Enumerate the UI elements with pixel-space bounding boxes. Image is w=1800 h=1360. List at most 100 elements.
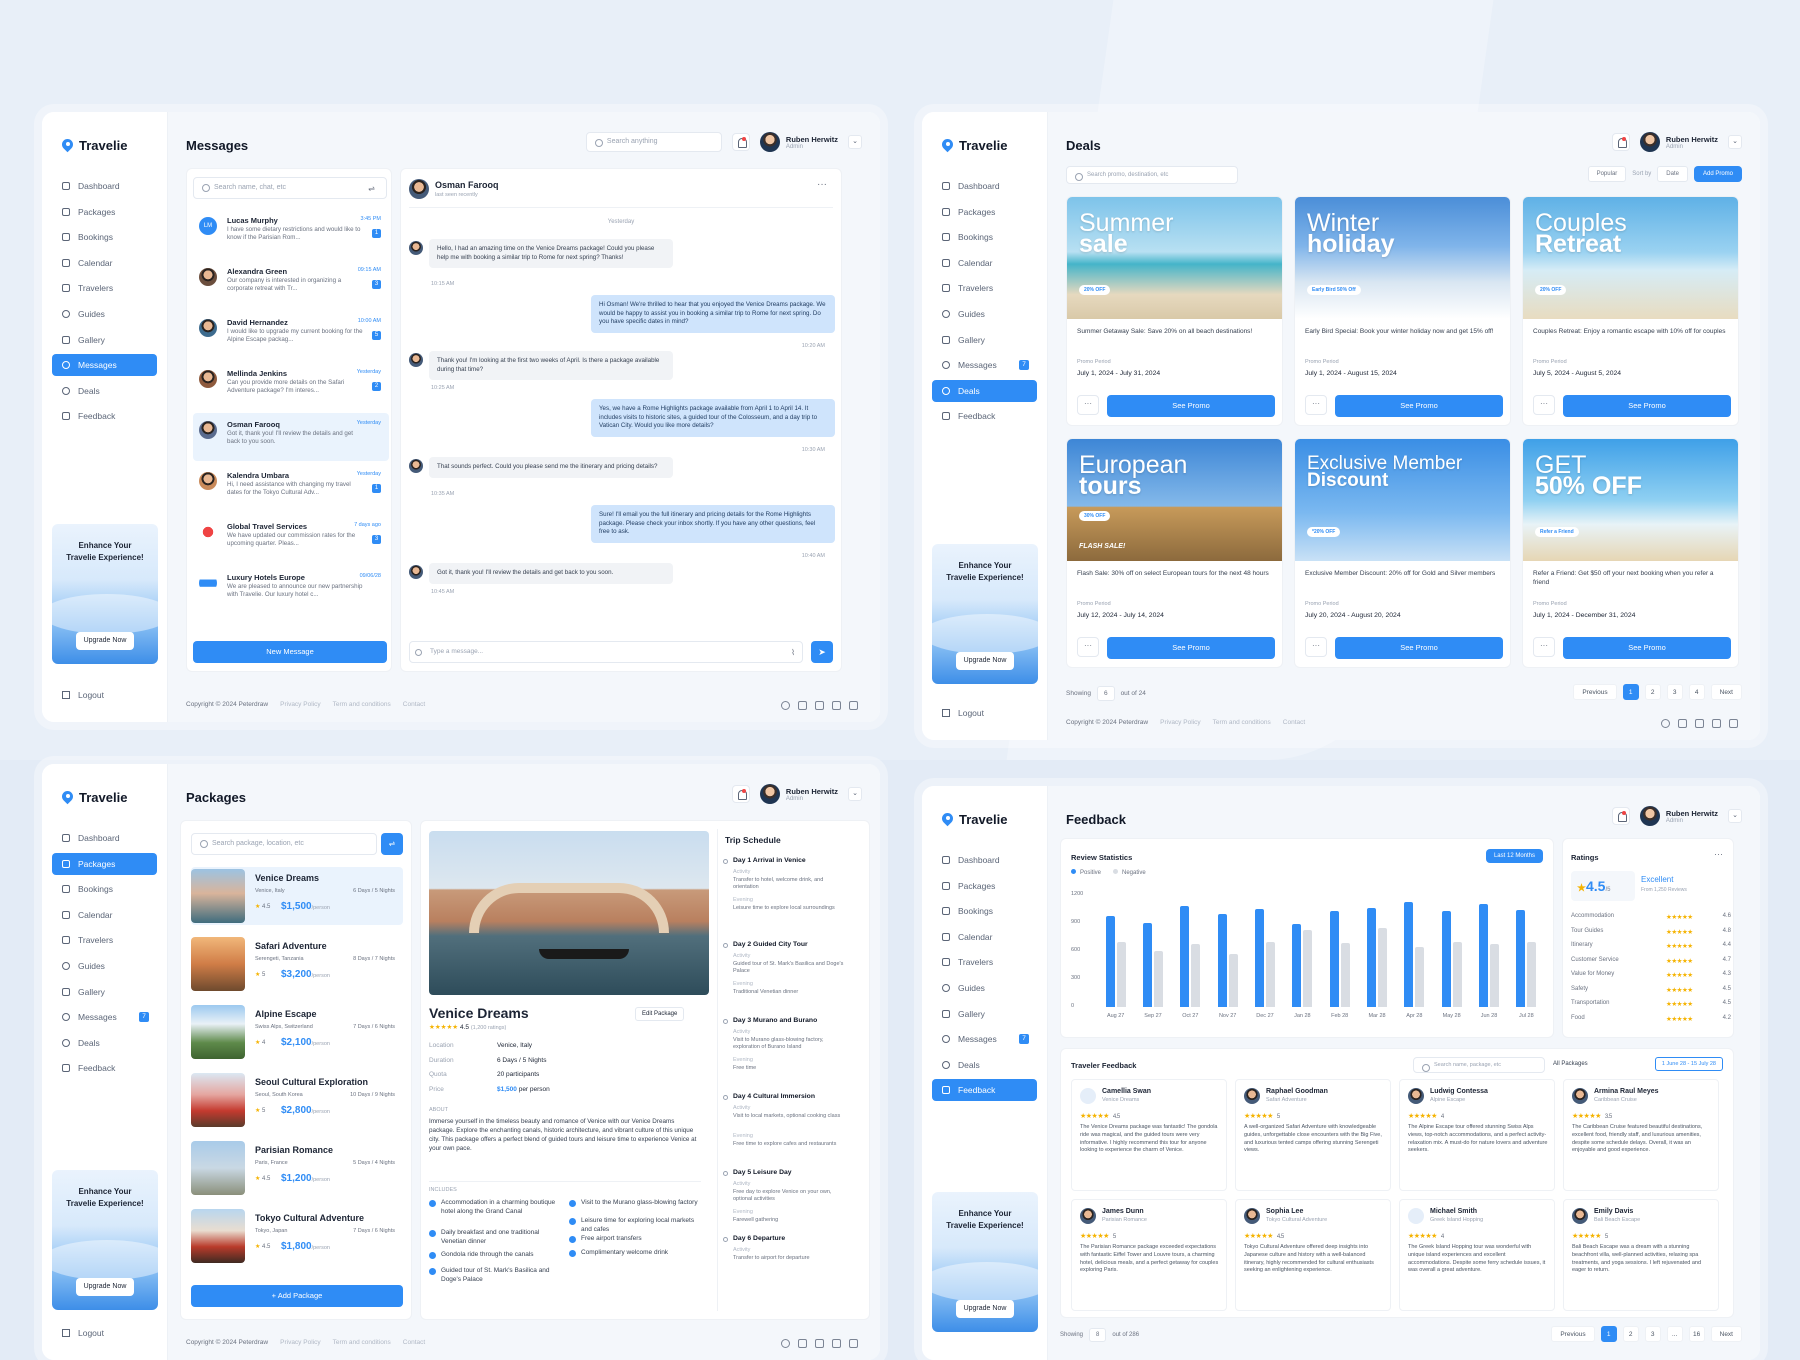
- logo[interactable]: Travelie: [42, 764, 167, 827]
- sidebar-item-feedback[interactable]: Feedback: [52, 1057, 157, 1079]
- sidebar-item-packages[interactable]: Packages: [932, 875, 1037, 897]
- sidebar-item-calendar[interactable]: Calendar: [52, 252, 157, 274]
- per-page-select[interactable]: 6: [1096, 686, 1115, 701]
- sidebar-item-messages[interactable]: Messages 7: [932, 354, 1037, 376]
- sidebar-item-bookings[interactable]: Bookings: [52, 226, 157, 248]
- logout-button[interactable]: Logout: [62, 1328, 104, 1338]
- see-promo-button[interactable]: See Promo: [1335, 637, 1503, 659]
- sidebar-item-deals[interactable]: Deals: [52, 1032, 157, 1054]
- page-button[interactable]: 16: [1688, 1326, 1705, 1342]
- see-promo-button[interactable]: See Promo: [1563, 637, 1731, 659]
- search-input[interactable]: Search anything: [585, 132, 722, 152]
- logo[interactable]: Travelie: [42, 112, 167, 175]
- sidebar-item-travelers[interactable]: Travelers: [932, 951, 1037, 973]
- contact-link[interactable]: Contact: [403, 1339, 425, 1346]
- contact-link[interactable]: Contact: [1283, 719, 1305, 726]
- per-page-select[interactable]: 8: [1089, 1328, 1107, 1342]
- sidebar-item-packages[interactable]: Packages: [932, 201, 1037, 223]
- youtube-icon[interactable]: [832, 701, 841, 710]
- page-button[interactable]: 3: [1666, 684, 1683, 700]
- facebook-icon[interactable]: [781, 1339, 790, 1348]
- edit-package-button[interactable]: Edit Package: [635, 1007, 685, 1021]
- sidebar-item-travelers[interactable]: Travelers: [52, 277, 157, 299]
- sidebar-item-gallery[interactable]: Gallery: [52, 981, 157, 1003]
- review-card[interactable]: Ludwig Contessa Alpine Escape ★★★★★ 4 The Al…: [1399, 1079, 1555, 1191]
- user-menu[interactable]: Ruben Herwitz Admin: [759, 784, 838, 804]
- review-card[interactable]: Raphael Goodman Safari Adventure ★★★★★ 5 A w…: [1235, 1079, 1391, 1191]
- sidebar-item-packages[interactable]: Packages: [52, 201, 157, 223]
- page-button[interactable]: 4: [1688, 684, 1705, 700]
- conversation-item[interactable]: Luxury Hotels Europe 09/06/28 We are pleas…: [193, 566, 389, 614]
- review-card[interactable]: James Dunn Parisian Romance ★★★★★ 5 The Pari…: [1071, 1199, 1227, 1311]
- package-item[interactable]: Venice Dreams Venice, Italy 6 Days / 5 Nig…: [191, 867, 403, 925]
- instagram-icon[interactable]: [815, 1339, 824, 1348]
- terms-link[interactable]: Term and conditions: [333, 1339, 391, 1346]
- linkedin-icon[interactable]: [849, 701, 858, 710]
- filter-icon[interactable]: ⇌: [368, 184, 375, 193]
- notification-bell-icon[interactable]: [731, 785, 750, 803]
- page-button[interactable]: 1: [1622, 684, 1639, 700]
- conversation-item[interactable]: Osman Farooq Yesterday Got it, thank you! …: [193, 413, 389, 461]
- logout-button[interactable]: Logout: [942, 708, 984, 718]
- privacy-link[interactable]: Privacy Policy: [1160, 719, 1200, 726]
- more-options-icon[interactable]: ···: [1533, 637, 1555, 657]
- deal-card[interactable]: European tours 30% OFF FLASH SALE! Flash Sal…: [1066, 438, 1283, 668]
- package-item[interactable]: Alpine Escape Swiss Alps, Switzerland 7 Da…: [191, 1003, 403, 1061]
- x-icon[interactable]: [1678, 719, 1687, 728]
- linkedin-icon[interactable]: [849, 1339, 858, 1348]
- deal-card[interactable]: GET 50% OFF Refer a Friend Refer a Friend: …: [1522, 438, 1739, 668]
- more-options-icon[interactable]: ···: [1077, 395, 1099, 415]
- review-card[interactable]: Camellia Swan Venice Dreams ★★★★★ 4.5 The Ve…: [1071, 1079, 1227, 1191]
- more-options-icon[interactable]: ···: [1533, 395, 1555, 415]
- sidebar-item-dashboard[interactable]: Dashboard: [52, 827, 157, 849]
- deal-card[interactable]: Summer sale 20% OFF Summer Getaway Sale: Sa…: [1066, 196, 1283, 426]
- sidebar-item-travelers[interactable]: Travelers: [52, 929, 157, 951]
- conversation-item[interactable]: Global Travel Services 7 days ago We have …: [193, 515, 389, 563]
- conversation-item[interactable]: David Hernandez 10:00 AM I would like to u…: [193, 311, 389, 359]
- conversation-item[interactable]: Alexandra Green 09:15 AM Our company is in…: [193, 260, 389, 308]
- linkedin-icon[interactable]: [1729, 719, 1738, 728]
- package-filter-select[interactable]: All Packages: [1553, 1061, 1588, 1067]
- sidebar-item-feedback[interactable]: Feedback: [52, 405, 157, 427]
- page-button[interactable]: ...: [1666, 1326, 1683, 1342]
- instagram-icon[interactable]: [815, 701, 824, 710]
- sidebar-item-calendar[interactable]: Calendar: [932, 926, 1037, 948]
- sidebar-item-deals[interactable]: Deals: [52, 380, 157, 402]
- sidebar-item-messages[interactable]: Messages 7: [932, 1028, 1037, 1050]
- logo[interactable]: Travelie: [922, 786, 1047, 849]
- attachment-icon[interactable]: ⌇: [791, 648, 795, 657]
- notification-bell-icon[interactable]: [1611, 807, 1630, 825]
- youtube-icon[interactable]: [832, 1339, 841, 1348]
- more-options-icon[interactable]: ···: [1305, 637, 1327, 657]
- user-menu[interactable]: Ruben Herwitz Admin: [1639, 806, 1718, 826]
- sidebar-item-gallery[interactable]: Gallery: [932, 1003, 1037, 1025]
- previous-page-button[interactable]: Previous: [1551, 1326, 1595, 1342]
- sidebar-item-packages[interactable]: Packages: [52, 852, 157, 875]
- list-search-input[interactable]: Search name, chat, etc: [193, 177, 387, 199]
- date-range-picker[interactable]: 1 June 28 - 15 July 28: [1654, 1057, 1723, 1071]
- deal-card[interactable]: Winter holiday Early Bird 50% Off Early Bir…: [1294, 196, 1511, 426]
- popular-filter[interactable]: Popular: [1587, 166, 1627, 182]
- chevron-down-icon[interactable]: ⌄: [1728, 135, 1742, 149]
- chevron-down-icon[interactable]: ⌄: [848, 135, 862, 149]
- chevron-down-icon[interactable]: ⌄: [848, 787, 862, 801]
- see-promo-button[interactable]: See Promo: [1335, 395, 1503, 417]
- deal-card[interactable]: Couples Retreat 20% OFF Couples Retreat: En…: [1522, 196, 1739, 426]
- review-card[interactable]: Sophia Lee Tokyo Cultural Adventure ★★★★★ 4…: [1235, 1199, 1391, 1311]
- sidebar-item-deals[interactable]: Deals: [932, 379, 1037, 402]
- chevron-down-icon[interactable]: ⌄: [1728, 809, 1742, 823]
- x-icon[interactable]: [798, 1339, 807, 1348]
- terms-link[interactable]: Term and conditions: [333, 701, 391, 708]
- more-options-icon[interactable]: ···: [1714, 849, 1723, 859]
- filter-button[interactable]: ⇌: [381, 833, 403, 855]
- sidebar-item-gallery[interactable]: Gallery: [932, 329, 1037, 351]
- sidebar-item-guides[interactable]: Guides: [932, 977, 1037, 999]
- x-icon[interactable]: [798, 701, 807, 710]
- sidebar-item-bookings[interactable]: Bookings: [932, 226, 1037, 248]
- sidebar-item-deals[interactable]: Deals: [932, 1054, 1037, 1076]
- conversation-item[interactable]: Kalendra Umbara Yesterday Hi, I need assis…: [193, 464, 389, 512]
- see-promo-button[interactable]: See Promo: [1563, 395, 1731, 417]
- package-item[interactable]: Safari Adventure Serengeti, Tanzania 8 Day…: [191, 935, 403, 993]
- see-promo-button[interactable]: See Promo: [1107, 637, 1275, 659]
- sidebar-item-feedback[interactable]: Feedback: [932, 1079, 1037, 1102]
